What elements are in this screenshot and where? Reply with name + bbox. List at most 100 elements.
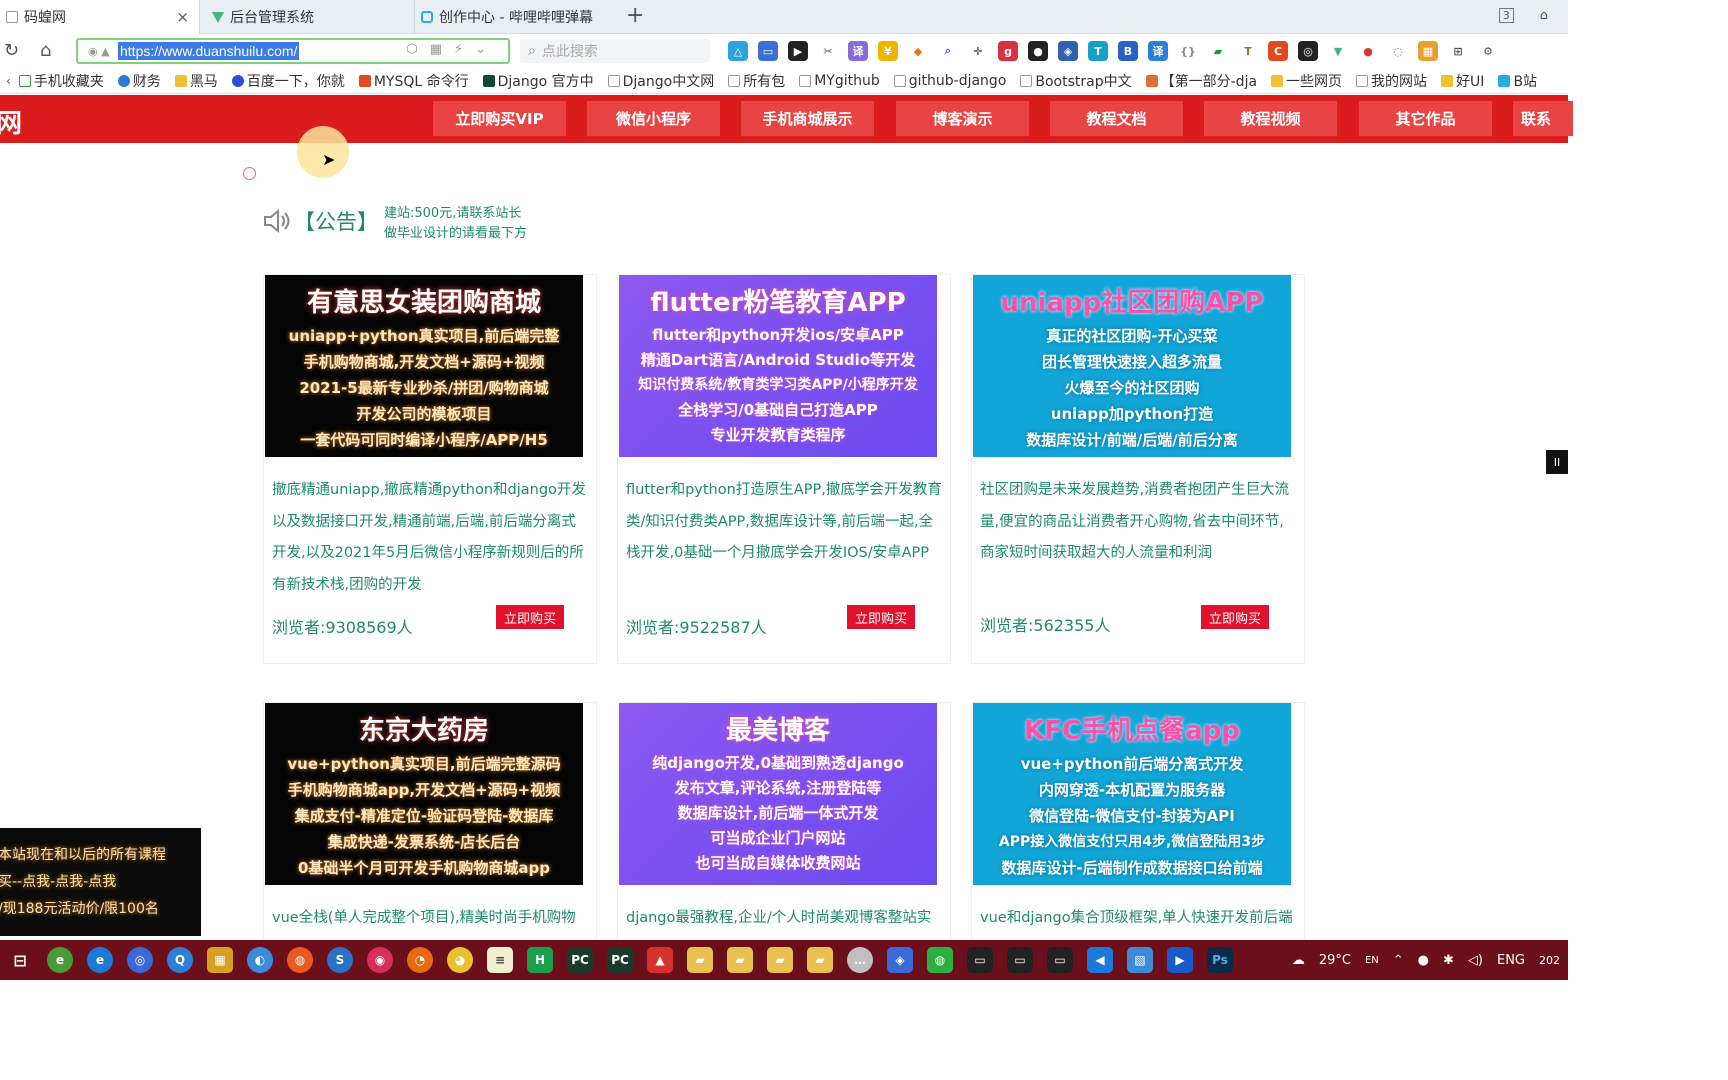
extension-icon[interactable]: ◈ — [1058, 41, 1078, 61]
pycharm-icon[interactable]: PC — [607, 947, 633, 973]
chat-icon[interactable]: … — [847, 947, 873, 973]
language-indicator[interactable]: ENG — [1497, 953, 1525, 968]
card-banner[interactable]: KFC手机点餐app vue+python前后端分离式开发 内网穿透-本机配置为… — [973, 703, 1291, 885]
translate-icon[interactable]: 译 — [1148, 41, 1168, 61]
hbuilder-icon[interactable]: H — [527, 947, 553, 973]
extension-icon[interactable]: ▰ — [1208, 41, 1228, 61]
home-icon[interactable]: ⌂ — [40, 40, 51, 61]
search-input[interactable]: ⌕ 点此搜索 — [520, 39, 710, 63]
nav-other-works[interactable]: 其它作品 — [1359, 101, 1492, 136]
scissors-icon[interactable]: ✂ — [818, 41, 838, 61]
extension-icon[interactable]: ▭ — [758, 41, 778, 61]
chevron-up-icon[interactable]: ⌃ — [1393, 953, 1404, 968]
side-toggle-button[interactable]: II — [1546, 450, 1568, 474]
bookmark-item[interactable]: Django中文网 — [607, 71, 714, 91]
bookmark-item[interactable]: Bootstrap中文 — [1020, 71, 1132, 91]
app-icon[interactable]: ▲ — [647, 947, 673, 973]
terminal-icon[interactable]: ▭ — [1047, 947, 1073, 973]
card-banner[interactable]: 有意思女装团购商城 uniapp+python真实项目,前后端完整 手机购物商城… — [265, 275, 583, 457]
card-banner[interactable]: 东京大药房 vue+python真实项目,前后端完整源码 手机购物商城app,开… — [265, 703, 583, 885]
task-view-icon[interactable]: ⊟ — [7, 947, 33, 973]
extension-icon[interactable]: T — [1238, 41, 1258, 61]
bookmark-item[interactable]: 好UI — [1441, 71, 1484, 91]
vscode-icon[interactable]: ◀ — [1087, 947, 1113, 973]
url-tools-icons[interactable]: ⬡▦⚡⌄ — [406, 42, 498, 57]
tab-counter-button[interactable]: 3 — [1498, 8, 1514, 23]
bookmark-item[interactable]: B站 — [1498, 71, 1537, 91]
bookmark-item[interactable]: MYSQL 命令行 — [358, 71, 469, 91]
app-icon[interactable]: ◍ — [287, 947, 313, 973]
extension-icon[interactable]: ▶ — [788, 41, 808, 61]
nav-docs[interactable]: 教程文档 — [1050, 101, 1183, 136]
folder-icon[interactable]: ▰ — [807, 947, 833, 973]
chevron-left-icon[interactable]: ‹ — [6, 74, 11, 88]
product-card[interactable]: flutter粉笔教育APP flutter和python开发ios/安卓APP… — [617, 274, 951, 664]
buy-now-button[interactable]: 立即购买 — [847, 605, 915, 629]
bookmark-item[interactable]: Django 官方中 — [482, 71, 594, 91]
product-card[interactable]: uniapp社区团购APP 真正的社区团购-开心买菜 团长管理快速接入超多流量 … — [971, 274, 1305, 664]
wechat-icon[interactable]: ◍ — [927, 947, 953, 973]
extension-icon[interactable]: B — [1118, 41, 1138, 61]
skin-icon[interactable]: ⌂ — [1540, 8, 1548, 23]
microphone-icon[interactable]: ● — [1418, 953, 1429, 968]
network-icon[interactable]: ✱ — [1443, 953, 1454, 968]
extension-icon[interactable]: ▦ — [1418, 41, 1438, 61]
nav-wechat-miniprogram[interactable]: 微信小程序 — [587, 101, 720, 136]
volume-icon[interactable]: ◁) — [1468, 953, 1483, 968]
firefox-icon[interactable]: ◔ — [407, 947, 433, 973]
extension-icon[interactable]: T — [1088, 41, 1108, 61]
adblock-icon[interactable]: ● — [1358, 41, 1378, 61]
bookmark-item[interactable]: 百度一下，你就 — [231, 71, 345, 91]
tab-mahuang[interactable]: 码蝗网 × — [0, 0, 200, 34]
app-icon[interactable]: ◈ — [887, 947, 913, 973]
product-card[interactable]: KFC手机点餐app vue+python前后端分离式开发 内网穿透-本机配置为… — [971, 702, 1305, 940]
promo-banner[interactable]: 习本站现在和以后的所有课程 购买--点我-点我-点我 元/现188元活动价/限1… — [0, 828, 201, 936]
photoshop-icon[interactable]: Ps — [1207, 947, 1233, 973]
card-banner[interactable]: 最美博客 纯django开发,0基础到熟透django 发布文章,评论系统,注册… — [619, 703, 937, 885]
bookmark-item[interactable]: 我的网站 — [1356, 71, 1427, 91]
code-icon[interactable]: {} — [1178, 41, 1198, 61]
translate-icon[interactable]: 译 — [848, 41, 868, 61]
qq-browser-icon[interactable]: Q — [167, 947, 193, 973]
terminal-icon[interactable]: ▭ — [1007, 947, 1033, 973]
url-field[interactable]: ◉ ▲ https://www.duanshuilu.com/ ⬡▦⚡⌄ — [76, 38, 510, 64]
extension-icon[interactable]: g — [998, 41, 1018, 61]
zoom-icon[interactable]: ⌕ — [938, 41, 958, 61]
url-text[interactable]: https://www.duanshuilu.com/ — [118, 42, 300, 60]
extension-icon[interactable]: △ — [728, 41, 748, 61]
chrome-icon[interactable]: ◕ — [447, 947, 473, 973]
edge-icon[interactable]: e — [87, 947, 113, 973]
nav-videos[interactable]: 教程视频 — [1204, 101, 1337, 136]
new-tab-button[interactable]: + — [626, 5, 644, 27]
app-icon[interactable]: ▧ — [1127, 947, 1153, 973]
product-card[interactable]: 最美博客 纯django开发,0基础到熟透django 发布文章,评论系统,注册… — [617, 702, 951, 940]
bookmark-item[interactable]: MYgithub — [799, 73, 880, 89]
extension-icon[interactable]: ¥ — [878, 41, 898, 61]
nav-contact[interactable]: 联系 — [1513, 101, 1573, 136]
product-card[interactable]: 东京大药房 vue+python真实项目,前后端完整源码 手机购物商城app,开… — [263, 702, 597, 940]
card-banner[interactable]: flutter粉笔教育APP flutter和python开发ios/安卓APP… — [619, 275, 937, 457]
app-icon[interactable]: S — [327, 947, 353, 973]
game-icon[interactable]: ◆ — [908, 41, 928, 61]
nav-blog-demo[interactable]: 博客演示 — [896, 101, 1029, 136]
bookmark-item[interactable]: github-django — [893, 73, 1006, 89]
buy-now-button[interactable]: 立即购买 — [496, 605, 564, 629]
folder-icon[interactable]: ▰ — [687, 947, 713, 973]
bookmark-item[interactable]: 所有包 — [728, 71, 785, 91]
bookmark-item[interactable]: 黑马 — [174, 71, 218, 91]
site-logo[interactable]: 网 — [0, 103, 22, 140]
folder-icon[interactable]: ▰ — [767, 947, 793, 973]
nav-mobile-mall[interactable]: 手机商城展示 — [741, 101, 874, 136]
pycharm-icon[interactable]: PC — [567, 947, 593, 973]
bookmark-item[interactable]: 一些网页 — [1271, 71, 1342, 91]
bookmark-item[interactable]: 【第一部分-dja — [1145, 71, 1257, 91]
chrome-icon[interactable]: ◎ — [127, 947, 153, 973]
card-banner[interactable]: uniapp社区团购APP 真正的社区团购-开心买菜 团长管理快速接入超多流量 … — [973, 275, 1291, 457]
folder-icon[interactable]: ▰ — [727, 947, 753, 973]
weather-temp[interactable]: 29°C — [1319, 953, 1351, 968]
app-icon[interactable]: ◐ — [247, 947, 273, 973]
video-player-icon[interactable]: ▶ — [1167, 947, 1193, 973]
extension-icon[interactable]: C — [1268, 41, 1288, 61]
tab-admin[interactable]: 后台管理系统 — [206, 0, 406, 34]
camera-icon[interactable]: ◉ — [367, 947, 393, 973]
